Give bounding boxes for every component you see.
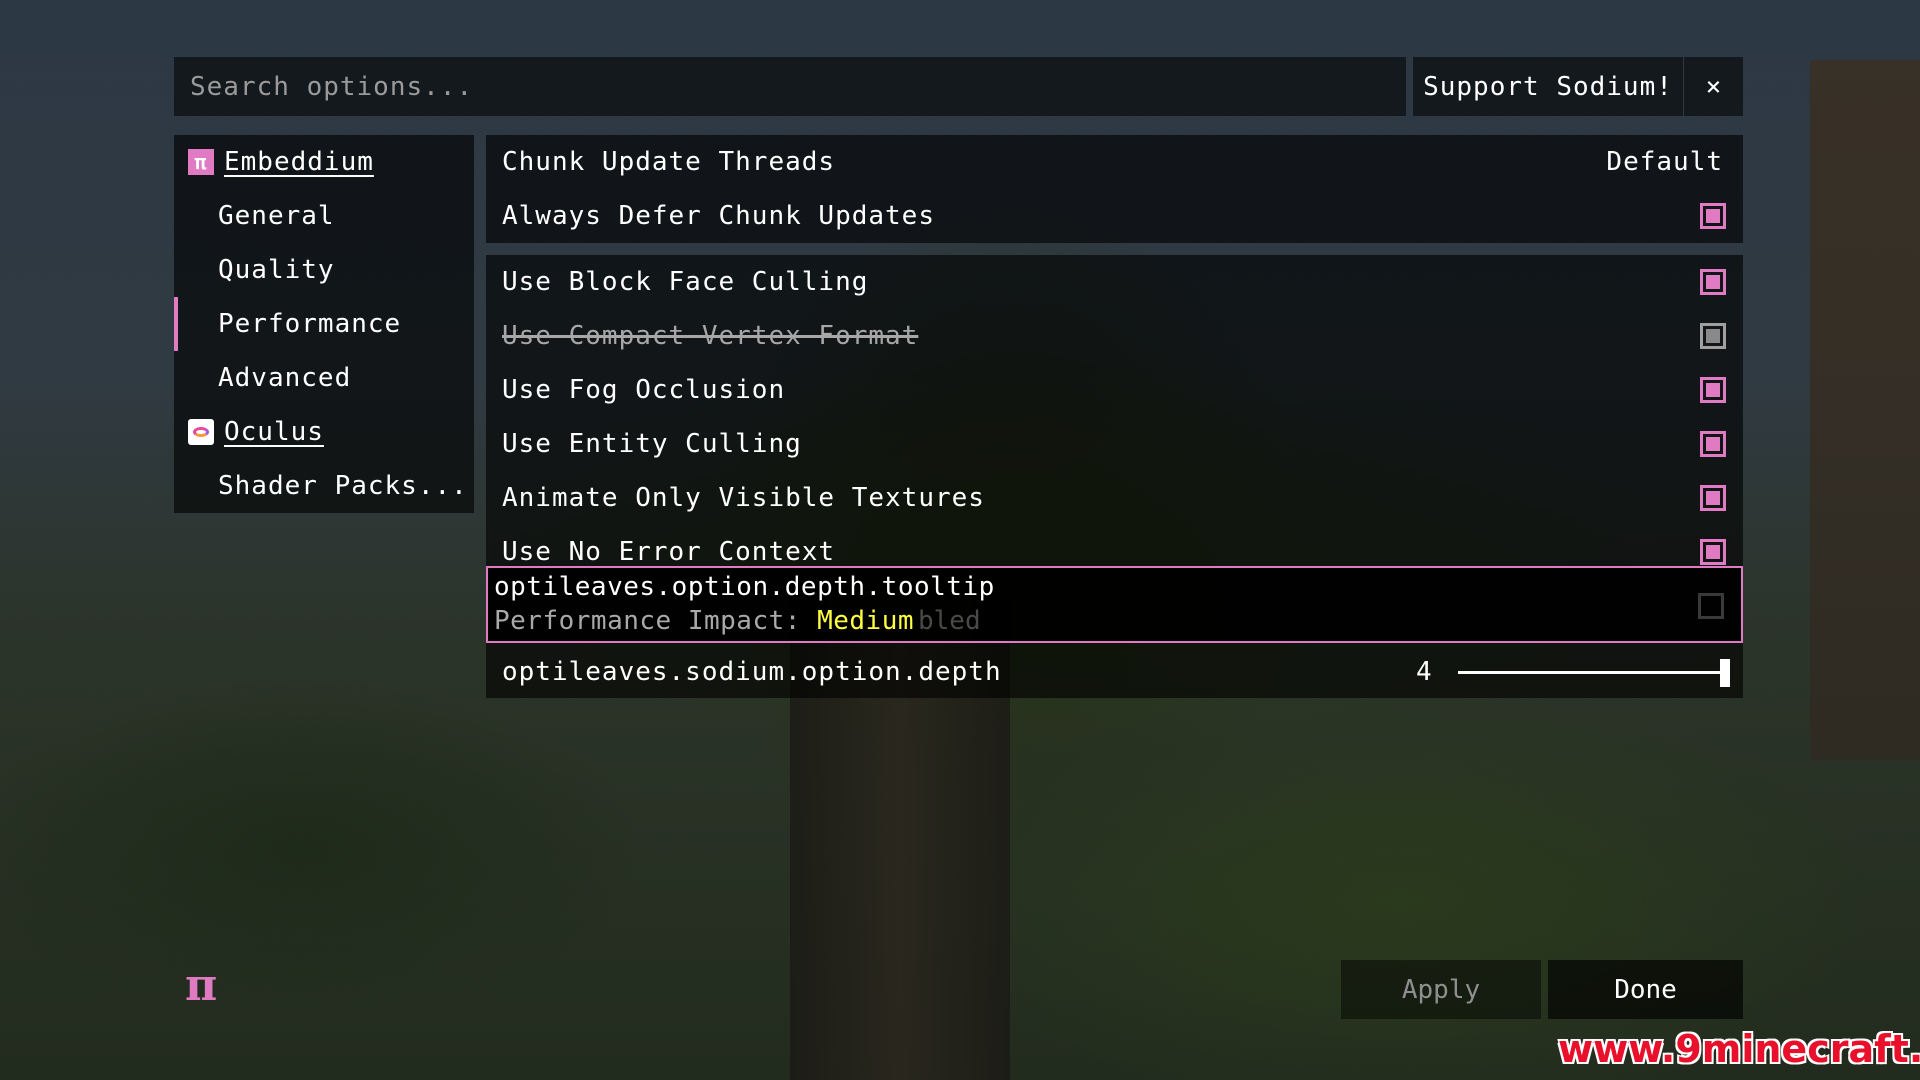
slider-track[interactable] (1458, 671, 1726, 674)
option-label: Animate Only Visible Textures (502, 483, 985, 513)
checkbox-check-mark (1706, 209, 1720, 223)
search-input[interactable] (174, 70, 1406, 103)
option-label: Chunk Update Threads (502, 147, 836, 177)
checkbox-check-mark (1706, 383, 1720, 397)
option-value[interactable]: Default (1606, 147, 1723, 177)
sidebar-mod-embeddium[interactable]: π Embeddium (174, 135, 488, 189)
option-label: Use Entity Culling (502, 429, 802, 459)
sidebar-item-shader-packs[interactable]: Shader Packs... (174, 459, 518, 513)
sidebar-item-label: Oculus (224, 417, 324, 447)
option-group-chunk: Chunk Update Threads Default Always Defe… (486, 135, 1743, 243)
sidebar-item-quality[interactable]: Quality (174, 243, 518, 297)
checkbox-check-mark (1706, 437, 1720, 451)
search-bar[interactable] (174, 57, 1406, 116)
option-row-block-face-culling[interactable]: Use Block Face Culling (486, 255, 1743, 309)
sidebar: π Embeddium General Quality Performance … (174, 135, 474, 513)
slider-handle[interactable] (1720, 659, 1730, 687)
option-checkbox[interactable] (1700, 539, 1726, 565)
done-button[interactable]: Done (1548, 960, 1743, 1019)
option-checkbox[interactable] (1700, 485, 1726, 511)
option-row-always-defer[interactable]: Always Defer Chunk Updates (486, 189, 1743, 243)
option-row-entity-culling[interactable]: Use Entity Culling (486, 417, 1743, 471)
sidebar-item-label: Embeddium (224, 147, 374, 177)
sidebar-item-general[interactable]: General (174, 189, 518, 243)
option-tooltip: bled optileaves.option.depth.tooltip Per… (486, 566, 1743, 643)
obscured-checkbox (1698, 593, 1724, 619)
pi-icon: π (188, 149, 214, 175)
sidebar-item-label: Shader Packs... (218, 471, 468, 501)
sidebar-item-label: Performance (218, 309, 402, 339)
sidebar-mod-oculus[interactable]: Oculus (174, 405, 488, 459)
sidebar-item-label: Quality (218, 255, 335, 285)
option-checkbox[interactable] (1700, 203, 1726, 229)
close-button[interactable]: × (1684, 57, 1743, 116)
option-row-compact-vertex-format[interactable]: Use Compact Vertex Format (486, 309, 1743, 363)
checkbox-check-mark (1706, 491, 1720, 505)
sidebar-item-performance[interactable]: Performance (174, 297, 518, 351)
support-sodium-button[interactable]: Support Sodium! (1413, 57, 1683, 116)
impact-label: Performance Impact: (494, 606, 818, 636)
option-checkbox[interactable] (1700, 269, 1726, 295)
obscured-option-text: bled (918, 606, 981, 636)
sidebar-item-advanced[interactable]: Advanced (174, 351, 518, 405)
option-label: Use Compact Vertex Format (502, 321, 919, 351)
watermark: www.9minecraft.net (1558, 1027, 1920, 1071)
checkbox-check-mark (1706, 545, 1720, 559)
option-checkbox[interactable] (1700, 323, 1726, 349)
option-checkbox[interactable] (1700, 431, 1726, 457)
option-label: Use Block Face Culling (502, 267, 869, 297)
impact-value: Medium (817, 606, 914, 636)
embeddium-logo-icon: π (185, 960, 218, 1011)
tooltip-title: optileaves.option.depth.tooltip (494, 572, 995, 602)
checkbox-check-mark (1706, 275, 1720, 289)
apply-button[interactable]: Apply (1341, 960, 1541, 1019)
close-icon: × (1705, 71, 1722, 102)
option-label: optileaves.sodium.option.depth (502, 657, 1002, 687)
option-label: Always Defer Chunk Updates (502, 201, 935, 231)
checkbox-check-mark (1706, 329, 1720, 343)
sidebar-item-label: General (218, 201, 335, 231)
option-row-fog-occlusion[interactable]: Use Fog Occlusion (486, 363, 1743, 417)
option-row-leaves-depth[interactable]: optileaves.sodium.option.depth 4 (486, 645, 1743, 699)
oculus-icon (188, 419, 214, 445)
option-row-chunk-update-threads[interactable]: Chunk Update Threads Default (486, 135, 1743, 189)
slider-value: 4 (1416, 657, 1432, 687)
sidebar-item-label: Advanced (218, 363, 352, 393)
option-label: Use No Error Context (502, 537, 836, 567)
option-label: Use Fog Occlusion (502, 375, 786, 405)
tooltip-impact: Performance Impact: Medium (494, 606, 914, 636)
option-row-animate-visible-textures[interactable]: Animate Only Visible Textures (486, 471, 1743, 525)
option-checkbox[interactable] (1700, 377, 1726, 403)
